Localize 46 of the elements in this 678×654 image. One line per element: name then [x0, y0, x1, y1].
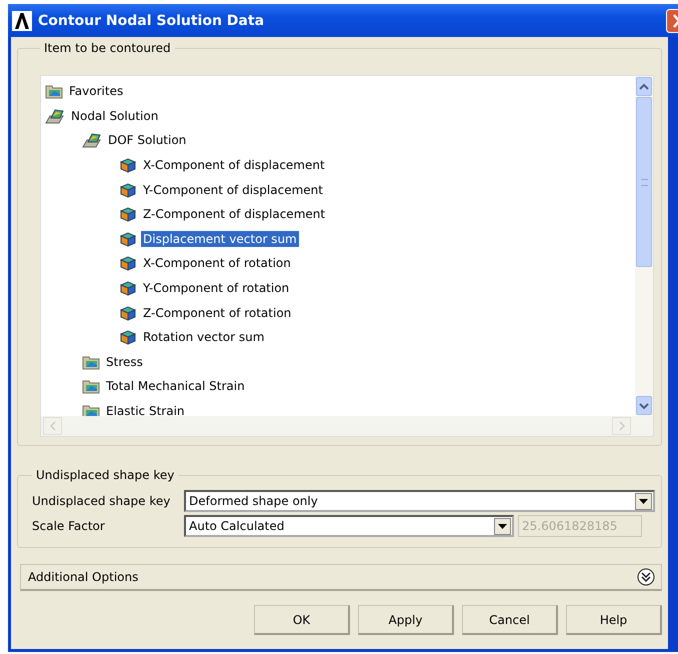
scroll-up-icon[interactable] [639, 82, 649, 90]
additional-options-bar[interactable]: Additional Options [20, 564, 662, 591]
section-title: Additional Options [28, 570, 138, 584]
group-title: Item to be contoured [43, 41, 172, 55]
tree-item[interactable]: Z-Component of rotation [141, 304, 294, 321]
tree-item[interactable]: Y-Component of displacement [141, 182, 325, 198]
field-label: Undisplaced shape key [32, 494, 172, 508]
cube-icon [119, 304, 137, 321]
tree-item[interactable]: DOF Solution [106, 132, 188, 148]
cube-icon [119, 255, 137, 272]
scroll-down-icon[interactable] [639, 402, 649, 410]
folder-icon [82, 378, 100, 394]
tree-item[interactable]: Displacement vector sum [141, 230, 299, 247]
dialog-button[interactable]: Help [566, 605, 662, 635]
folder-icon [82, 403, 100, 416]
cube-icon [119, 329, 137, 346]
tree-item[interactable]: Rotation vector sum [141, 329, 266, 346]
tree-item[interactable]: Y-Component of rotation [141, 280, 292, 296]
cube-icon [119, 206, 137, 222]
expand-icon[interactable] [637, 568, 655, 586]
folder-icon [45, 83, 63, 100]
window-title: Contour Nodal Solution Data [38, 12, 264, 28]
cube-icon [119, 182, 137, 198]
vertical-scrollbar[interactable] [635, 76, 653, 416]
tree-item[interactable]: Favorites [67, 83, 126, 100]
cube-icon [119, 157, 137, 174]
tree-item[interactable]: Total Mechanical Strain [104, 378, 247, 394]
dialog-button[interactable]: Apply [358, 605, 454, 635]
group-title: Undisplaced shape key [35, 468, 176, 482]
dropdown[interactable]: Auto Calculated [184, 515, 514, 537]
tree-item[interactable]: Stress [104, 354, 145, 370]
dropdown[interactable]: Deformed shape only [184, 490, 655, 512]
stack-icon [82, 132, 102, 148]
field-label: Scale Factor [32, 519, 106, 533]
tree-item[interactable]: Elastic Strain [104, 403, 187, 416]
folder-icon [82, 354, 100, 370]
dialog-button[interactable]: OK [254, 605, 350, 635]
dialog-button[interactable]: Cancel [462, 605, 558, 635]
tree-item[interactable]: Z-Component of displacement [141, 206, 328, 222]
tree-item[interactable]: X-Component of rotation [141, 255, 293, 272]
tree-item[interactable]: Nodal Solution [69, 108, 160, 124]
stack-icon [45, 108, 65, 124]
cube-icon [119, 280, 137, 296]
cube-icon [119, 230, 137, 247]
tree-item[interactable]: X-Component of displacement [141, 157, 327, 174]
app-icon [12, 10, 32, 30]
